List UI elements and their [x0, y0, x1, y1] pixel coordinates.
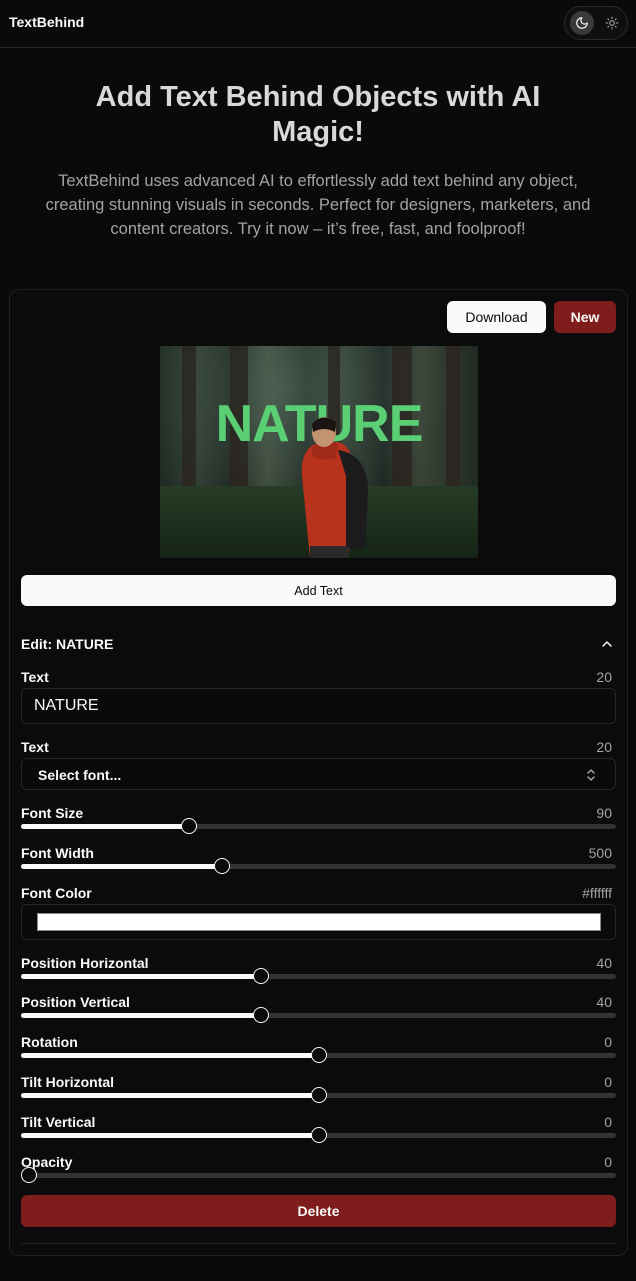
hero-description: TextBehind uses advanced AI to effortles… — [45, 172, 591, 238]
font-width-slider-fill — [21, 864, 222, 869]
opacity-slider[interactable] — [20, 1167, 616, 1183]
tilt-horizontal-slider[interactable] — [21, 1087, 616, 1103]
rotation-slider-fill — [21, 1053, 319, 1058]
new-button[interactable]: New — [554, 301, 616, 333]
moon-icon — [576, 17, 588, 29]
add-text-button[interactable]: Add Text — [21, 575, 616, 606]
font-width-value: 500 — [588, 845, 612, 861]
tilt-horizontal-label: Tilt Horizontal — [21, 1074, 115, 1090]
font-size-slider[interactable] — [21, 818, 616, 834]
hero-title: Add Text Behind Objects with AI Magic! — [95, 81, 541, 148]
tilt-vertical-label: Tilt Vertical — [21, 1114, 96, 1130]
tilt-horizontal-slider-fill — [21, 1093, 319, 1098]
font-width-slider-thumb[interactable] — [213, 858, 230, 874]
position-horizontal-value: 40 — [596, 955, 612, 971]
theme-toggle[interactable] — [564, 6, 628, 40]
font-size-slider-fill — [21, 824, 189, 829]
font-color-picker[interactable] — [21, 904, 616, 940]
dark-mode-button[interactable] — [570, 11, 594, 35]
edit-section-header[interactable]: Edit: NATURE — [21, 636, 113, 652]
font-width-label: Font Width — [21, 845, 94, 861]
font-select[interactable]: Select font... — [21, 758, 616, 790]
font-color-swatch[interactable] — [37, 913, 601, 931]
font-size-value: 90 — [596, 805, 612, 821]
divider — [21, 1243, 616, 1244]
light-mode-button[interactable] — [600, 11, 624, 35]
position-horizontal-label: Position Horizontal — [21, 955, 149, 971]
font-color-value: #ffffff — [582, 885, 612, 901]
navbar: TextBehind — [0, 0, 636, 48]
chevrons-up-down-icon — [587, 769, 595, 781]
font-color-label: Font Color — [21, 885, 92, 901]
delete-button[interactable]: Delete — [21, 1195, 616, 1227]
tilt-vertical-slider[interactable] — [21, 1127, 616, 1143]
font-size-slider-thumb[interactable] — [180, 818, 197, 834]
tilt-horizontal-value: 0 — [604, 1074, 612, 1090]
rotation-slider[interactable] — [21, 1047, 616, 1063]
font-width-slider[interactable] — [21, 858, 616, 874]
position-vertical-slider-thumb[interactable] — [252, 1007, 269, 1023]
opacity-value: 0 — [604, 1154, 612, 1170]
tilt-vertical-value: 0 — [604, 1114, 612, 1130]
position-vertical-slider[interactable] — [21, 1007, 616, 1023]
position-vertical-value: 40 — [596, 994, 612, 1010]
font-count: 20 — [596, 739, 612, 755]
position-horizontal-slider-fill — [21, 974, 261, 979]
rotation-label: Rotation — [21, 1034, 78, 1050]
text-char-count: 20 — [596, 669, 612, 685]
rotation-slider-thumb[interactable] — [310, 1047, 327, 1063]
image-preview: NATURE — [160, 346, 478, 558]
chevron-up-icon[interactable] — [601, 638, 613, 650]
brand-logo[interactable]: TextBehind — [9, 14, 84, 30]
font-size-label: Font Size — [21, 805, 84, 821]
position-vertical-label: Position Vertical — [21, 994, 130, 1010]
text-input[interactable] — [21, 688, 616, 724]
position-vertical-slider-fill — [21, 1013, 261, 1018]
text-label: Text — [21, 669, 49, 685]
tilt-vertical-slider-fill — [21, 1133, 319, 1138]
tilt-vertical-slider-thumb[interactable] — [310, 1127, 327, 1143]
font-select-placeholder: Select font... — [38, 767, 122, 783]
opacity-slider-thumb[interactable] — [20, 1167, 37, 1183]
rotation-value: 0 — [604, 1034, 612, 1050]
position-horizontal-slider-thumb[interactable] — [252, 968, 269, 984]
sun-icon — [605, 16, 619, 30]
position-horizontal-slider[interactable] — [21, 968, 616, 984]
font-label: Text — [21, 739, 49, 755]
download-button[interactable]: Download — [447, 301, 546, 333]
hiker-figure — [301, 417, 368, 558]
tilt-horizontal-slider-thumb[interactable] — [310, 1087, 327, 1103]
